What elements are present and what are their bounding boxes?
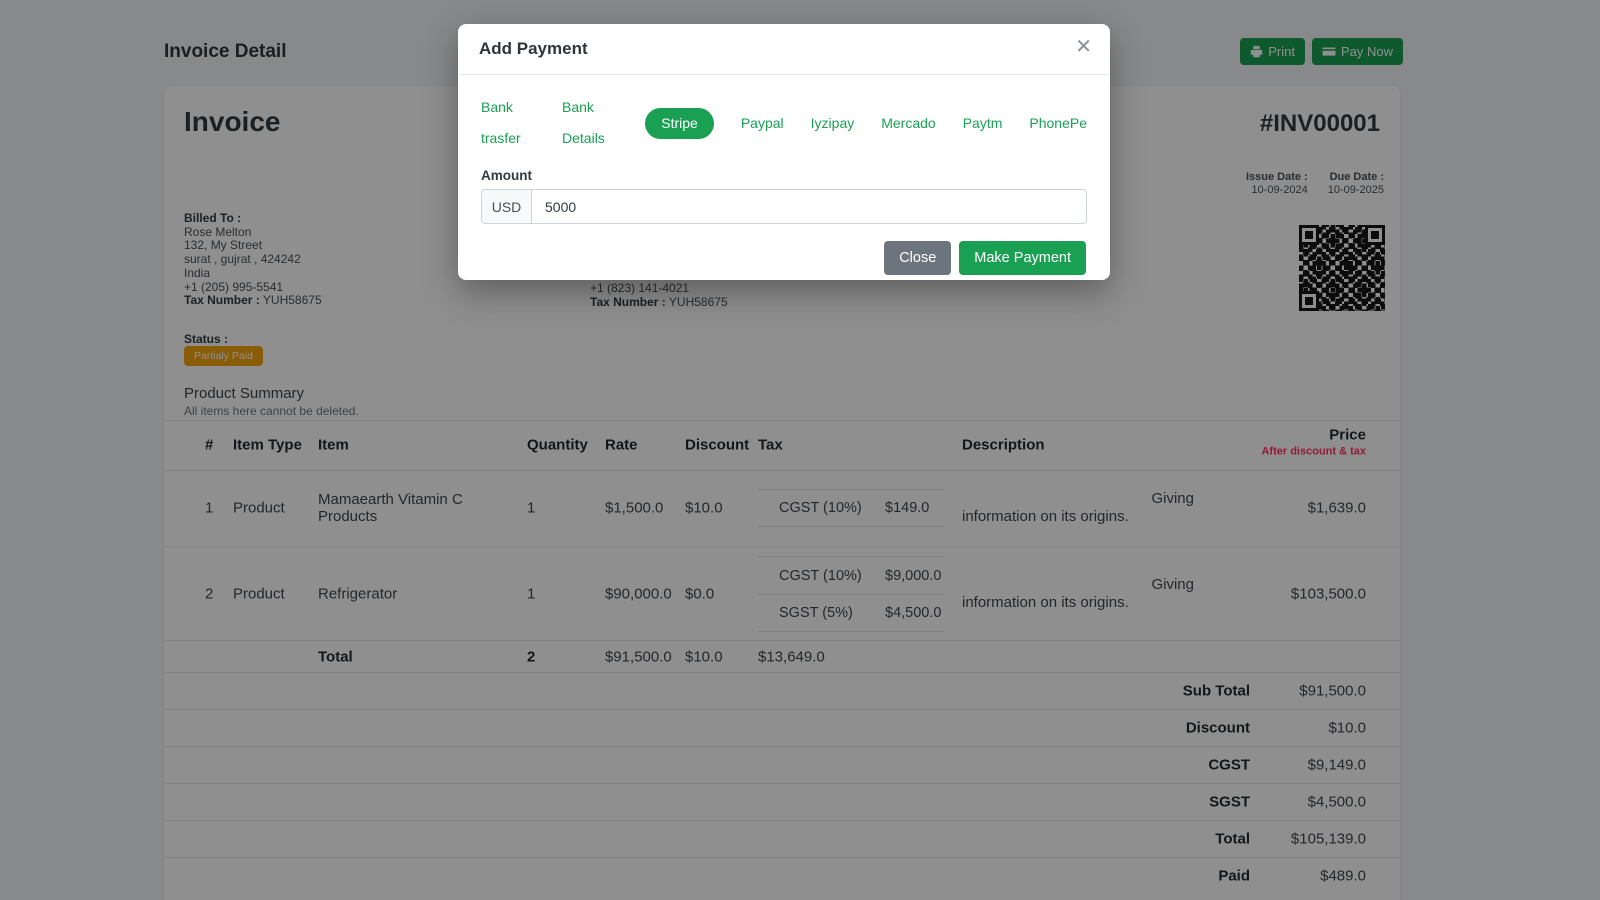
payment-method-tabs: Bank trasfer Bank Details Stripe Paypal …	[481, 92, 1087, 154]
close-icon[interactable]: ✕	[1075, 37, 1092, 57]
modal-header: Add Payment ✕	[458, 24, 1110, 75]
tab-bank-details[interactable]: Bank Details	[562, 92, 618, 154]
tab-stripe[interactable]: Stripe	[645, 107, 714, 139]
modal-body: Bank trasfer Bank Details Stripe Paypal …	[458, 75, 1110, 224]
tab-paypal[interactable]: Paypal	[741, 108, 784, 139]
tab-iyzipay[interactable]: Iyzipay	[811, 108, 855, 139]
close-button[interactable]: Close	[884, 241, 952, 275]
tab-mercado[interactable]: Mercado	[881, 108, 935, 139]
modal-footer: Close Make Payment	[458, 224, 1110, 275]
tab-bank-transfer[interactable]: Bank trasfer	[481, 92, 535, 154]
modal-title: Add Payment	[479, 39, 588, 58]
amount-input-group: USD	[481, 189, 1087, 224]
currency-addon: USD	[481, 189, 531, 224]
add-payment-modal: Add Payment ✕ Bank trasfer Bank Details …	[458, 24, 1110, 280]
make-payment-button[interactable]: Make Payment	[959, 241, 1086, 275]
tab-paytm[interactable]: Paytm	[963, 108, 1003, 139]
tab-phonepe[interactable]: PhonePe	[1029, 108, 1087, 139]
amount-label: Amount	[481, 168, 532, 183]
amount-input[interactable]	[531, 189, 1087, 224]
